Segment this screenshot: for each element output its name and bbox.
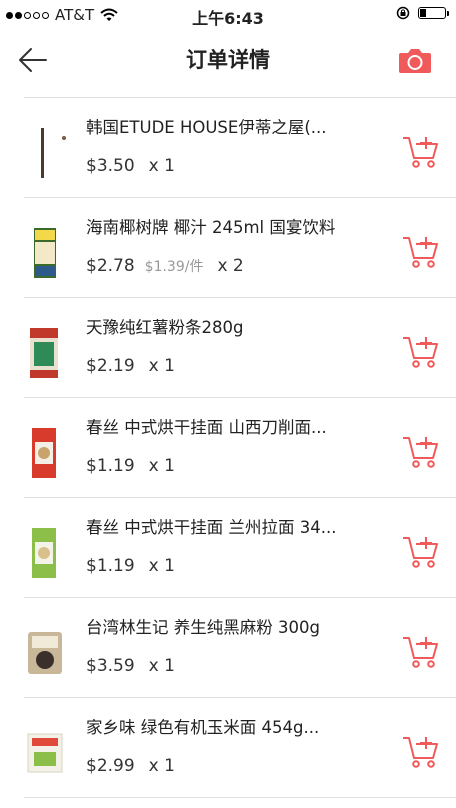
product-thumbnail-corn-flour	[27, 733, 63, 773]
list-item: 韩国ETUDE HOUSE伊蒂之屋(... $3.50 x 1	[24, 98, 456, 198]
product-name[interactable]: 台湾林生记 养生纯黑麻粉 300g	[86, 614, 386, 638]
order-item-list: 韩国ETUDE HOUSE伊蒂之屋(... $3.50 x 1 海南椰树牌 椰汁 …	[24, 97, 456, 798]
status-right	[396, 6, 449, 20]
add-to-cart-icon[interactable]	[402, 534, 440, 570]
product-quantity: x 1	[148, 556, 175, 576]
product-meta: $2.19 x 1	[86, 356, 175, 376]
product-quantity: x 1	[148, 156, 175, 176]
product-meta: $1.19 x 1	[86, 456, 175, 476]
product-price: $1.19	[86, 456, 135, 476]
add-to-cart-icon[interactable]	[402, 734, 440, 770]
add-to-cart-icon[interactable]	[402, 434, 440, 470]
product-quantity: x 1	[148, 756, 175, 776]
product-thumbnail-noodles-pack	[30, 328, 58, 378]
list-item: 家乡味 绿色有机玉米面 454g... $2.99 x 1	[24, 698, 456, 798]
product-meta: $3.59 x 1	[86, 656, 175, 676]
product-price: $3.59	[86, 656, 135, 676]
add-to-cart-icon[interactable]	[402, 134, 440, 170]
product-quantity: x 2	[217, 256, 244, 276]
list-item: 天豫纯红薯粉条280g $2.19 x 1	[24, 298, 456, 398]
list-item: 台湾林生记 养生纯黑麻粉 300g $3.59 x 1	[24, 598, 456, 698]
product-thumbnail-noodles-green	[32, 528, 56, 578]
product-name[interactable]: 海南椰树牌 椰汁 245ml 国宴饮料	[86, 214, 386, 238]
product-name[interactable]: 天豫纯红薯粉条280g	[86, 314, 386, 338]
product-quantity: x 1	[148, 356, 175, 376]
status-bar: AT&T 上午6:43	[0, 0, 456, 30]
add-to-cart-icon[interactable]	[402, 334, 440, 370]
add-to-cart-icon[interactable]	[402, 634, 440, 670]
product-thumbnail-sesame-powder	[28, 632, 62, 674]
product-price: $2.99	[86, 756, 135, 776]
product-name[interactable]: 春丝 中式烘干挂面 兰州拉面 34...	[86, 514, 386, 538]
page-title: 订单详情	[186, 48, 270, 72]
list-item: 春丝 中式烘干挂面 兰州拉面 34... $1.19 x 1	[24, 498, 456, 598]
battery-icon	[418, 7, 449, 19]
product-meta: $2.99 x 1	[86, 756, 175, 776]
product-thumbnail-eyebrow-pencil	[41, 128, 66, 178]
product-meta: $2.78 $1.39/件 x 2	[86, 256, 244, 276]
list-item: 海南椰树牌 椰汁 245ml 国宴饮料 $2.78 $1.39/件 x 2	[24, 198, 456, 298]
product-quantity: x 1	[148, 456, 175, 476]
product-meta: $1.19 x 1	[86, 556, 175, 576]
product-thumbnail-coconut-juice	[34, 228, 56, 278]
camera-icon[interactable]	[398, 46, 432, 74]
product-thumbnail-noodles-red	[32, 428, 56, 478]
product-price: $3.50	[86, 156, 135, 176]
product-price: $2.19	[86, 356, 135, 376]
battery-fill	[420, 9, 426, 17]
status-time: 上午6:43	[192, 9, 264, 28]
product-price: $1.19	[86, 556, 135, 576]
rotation-lock-icon	[396, 6, 410, 20]
product-name[interactable]: 家乡味 绿色有机玉米面 454g...	[86, 714, 386, 738]
list-item: 春丝 中式烘干挂面 山西刀削面... $1.19 x 1	[24, 398, 456, 498]
product-meta: $3.50 x 1	[86, 156, 175, 176]
product-quantity: x 1	[148, 656, 175, 676]
navigation-bar: 订单详情	[0, 30, 456, 90]
product-price: $2.78	[86, 256, 135, 276]
product-unit-price: $1.39/件	[144, 259, 204, 275]
product-name[interactable]: 韩国ETUDE HOUSE伊蒂之屋(...	[86, 114, 386, 138]
add-to-cart-icon[interactable]	[402, 234, 440, 270]
product-name[interactable]: 春丝 中式烘干挂面 山西刀削面...	[86, 414, 386, 438]
